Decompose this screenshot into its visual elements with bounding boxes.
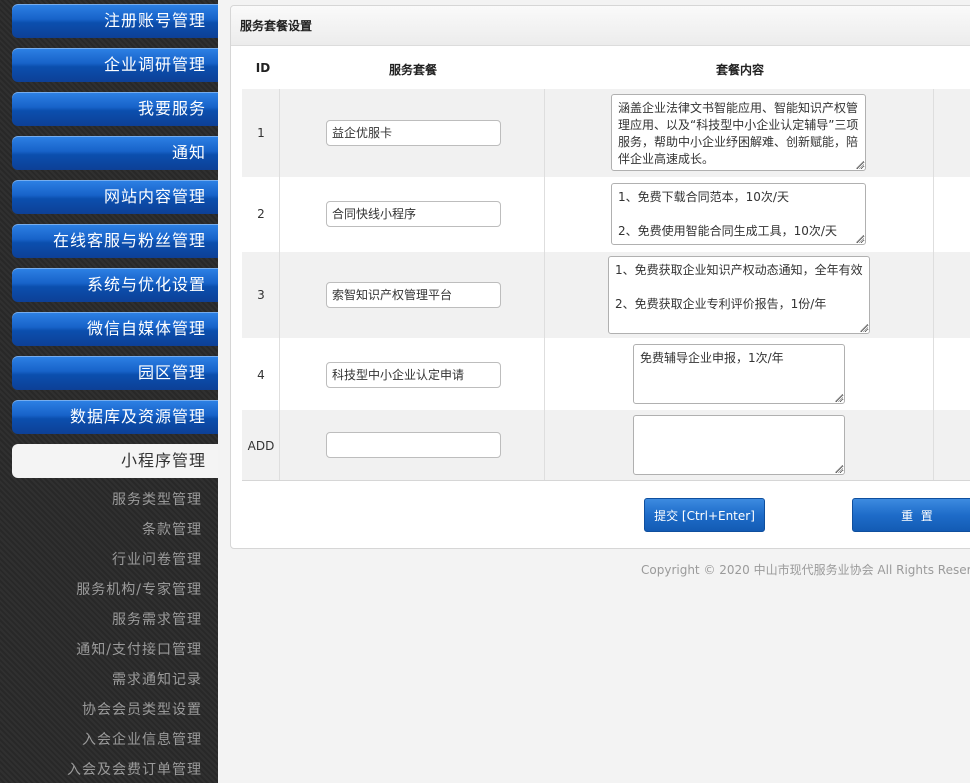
package-name-input[interactable]: 合同快线小程序 (326, 201, 501, 227)
package-content-textarea[interactable]: 免费辅导企业申报，1次/年 (633, 344, 845, 404)
service-package-panel: 服务套餐设置 ID 服务套餐 套餐内容 1 益企优服卡 涵盖企业法律文书智能应用… (230, 5, 970, 549)
menu-my-services[interactable]: 我要服务 (12, 92, 218, 126)
menu-mini-program[interactable]: 小程序管理 (12, 444, 218, 478)
menu-database[interactable]: 数据库及资源管理 (12, 400, 218, 434)
column-header-content: 套餐内容 (715, 63, 764, 77)
menu-site-content[interactable]: 网站内容管理 (12, 180, 218, 214)
table-row: 3 索智知识产权管理平台 1、免费获取企业知识产权动态通知，全年有效 2、免费获… (242, 252, 970, 338)
column-header-id: ID (255, 61, 271, 75)
table-row-add: ADD (242, 410, 970, 481)
new-package-content-textarea[interactable] (633, 415, 845, 475)
table-row: 1 益企优服卡 涵盖企业法律文书智能应用、智能知识产权管理应用、以及“科技型中小… (242, 89, 970, 177)
panel-title: 服务套餐设置 (231, 6, 970, 46)
menu-enterprise-survey[interactable]: 企业调研管理 (12, 48, 218, 82)
package-name-input[interactable]: 索智知识产权管理平台 (326, 282, 501, 308)
sub-item-industry-questionnaire[interactable]: 行业问卷管理 (112, 549, 202, 569)
resize-handle-icon[interactable] (856, 235, 864, 243)
package-content-textarea[interactable]: 1、免费下载合同范本，10次/天 2、免费使用智能合同生成工具，10次/天 (611, 183, 866, 245)
sidebar: 注册账号管理 企业调研管理 我要服务 通知 网站内容管理 在线客服与粉丝管理 系… (0, 0, 218, 783)
column-header-package: 服务套餐 (388, 63, 437, 77)
resize-handle-icon[interactable] (860, 324, 868, 332)
sub-item-service-types[interactable]: 服务类型管理 (112, 489, 202, 509)
submit-button[interactable]: 提交 [Ctrl+Enter] (644, 498, 765, 532)
row-id: 4 (257, 368, 265, 382)
menu-register-accounts[interactable]: 注册账号管理 (12, 4, 218, 38)
copyright-footer: Copyright © 2020 中山市现代服务业协会 All Rights R… (641, 563, 970, 577)
resize-handle-icon[interactable] (835, 465, 843, 473)
row-id: 2 (257, 207, 265, 221)
sub-item-service-demands[interactable]: 服务需求管理 (112, 609, 202, 629)
new-package-name-input[interactable] (326, 432, 501, 458)
menu-notice[interactable]: 通知 (12, 136, 218, 170)
package-content-textarea[interactable]: 1、免费获取企业知识产权动态通知，全年有效 2、免费获取企业专利评价报告，1份/… (608, 256, 870, 334)
resize-handle-icon[interactable] (856, 161, 864, 169)
sub-item-member-companies[interactable]: 入会企业信息管理 (82, 729, 202, 749)
menu-system-settings[interactable]: 系统与优化设置 (12, 268, 218, 302)
row-id: 3 (257, 288, 265, 302)
table-row: 2 合同快线小程序 1、免费下载合同范本，10次/天 2、免费使用智能合同生成工… (242, 177, 970, 252)
menu-park[interactable]: 园区管理 (12, 356, 218, 390)
row-id-add: ADD (247, 439, 275, 453)
sub-item-membership-orders[interactable]: 入会及会费订单管理 (67, 759, 202, 779)
sub-item-member-types[interactable]: 协会会员类型设置 (82, 699, 202, 719)
package-name-input[interactable]: 科技型中小企业认定申请 (326, 362, 501, 388)
menu-customer-service[interactable]: 在线客服与粉丝管理 (12, 224, 218, 258)
package-name-input[interactable]: 益企优服卡 (326, 120, 501, 146)
reset-button[interactable]: 重 置 (852, 498, 970, 532)
table-row: 4 科技型中小企业认定申请 免费辅导企业申报，1次/年 (242, 338, 970, 410)
sub-item-agencies-experts[interactable]: 服务机构/专家管理 (76, 579, 202, 599)
menu-wechat-media[interactable]: 微信自媒体管理 (12, 312, 218, 346)
sub-item-demand-notices[interactable]: 需求通知记录 (112, 669, 202, 689)
resize-handle-icon[interactable] (835, 394, 843, 402)
package-content-textarea[interactable]: 涵盖企业法律文书智能应用、智能知识产权管理应用、以及“科技型中小企业认定辅导”三… (611, 94, 866, 171)
row-id: 1 (257, 126, 265, 140)
sub-item-terms[interactable]: 条款管理 (142, 519, 202, 539)
sub-item-payment-interface[interactable]: 通知/支付接口管理 (76, 639, 202, 659)
